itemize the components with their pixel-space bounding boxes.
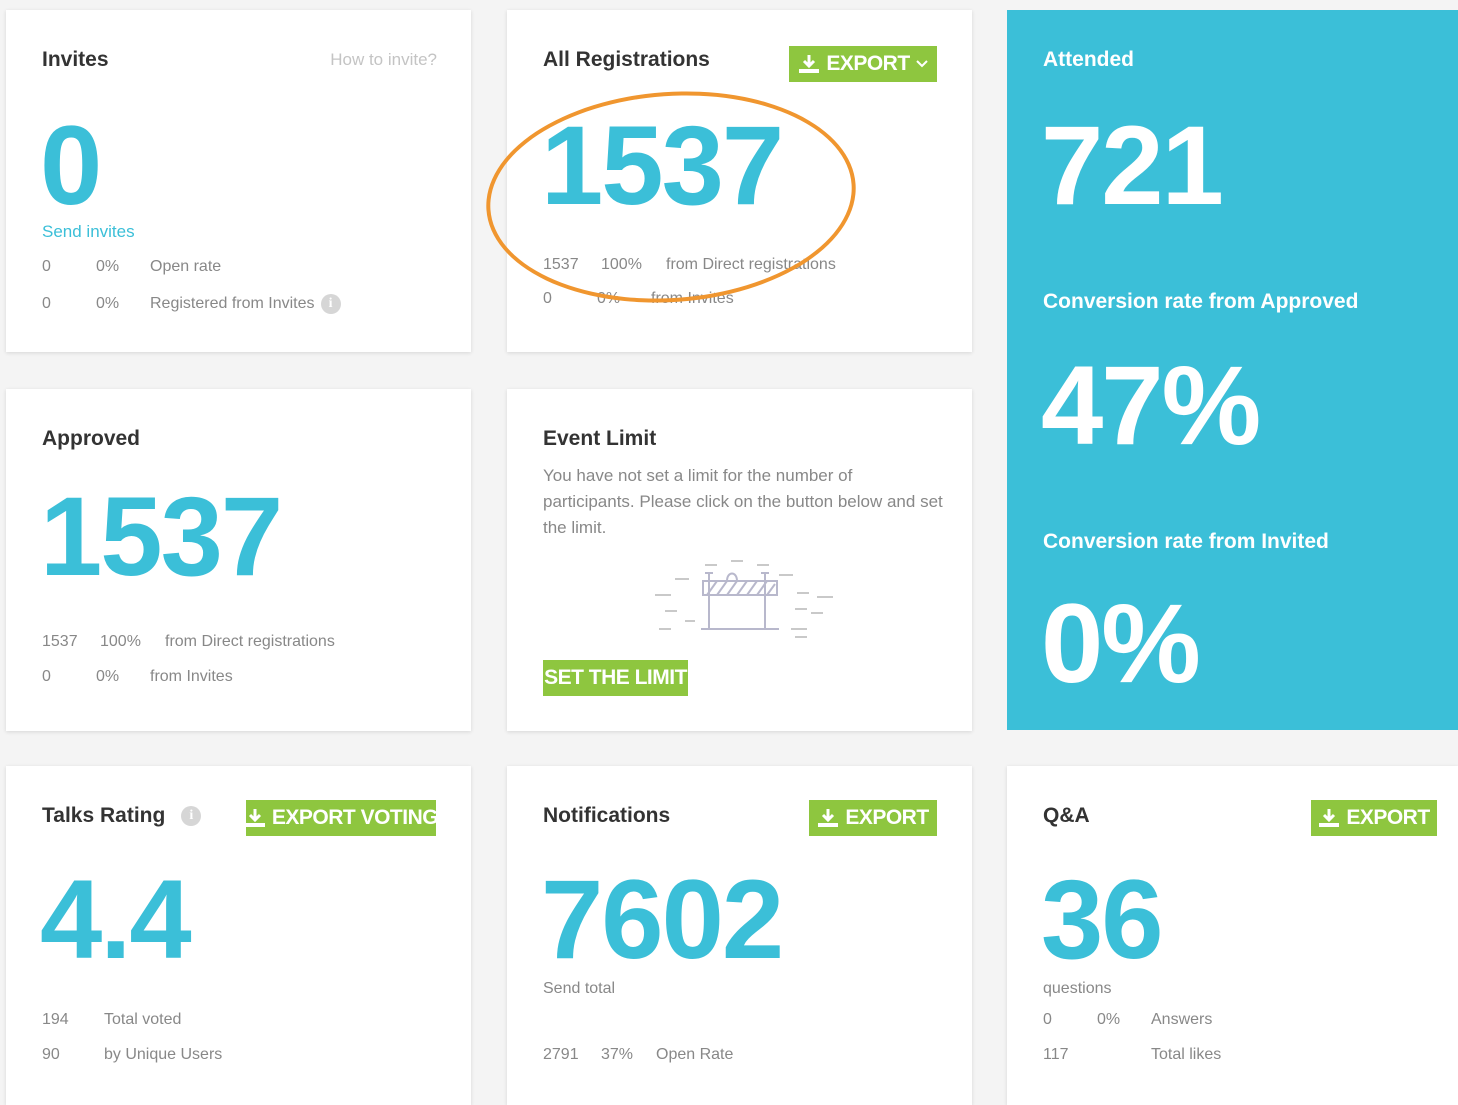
- total-voted-label: Total voted: [104, 1011, 182, 1028]
- all-registrations-value: 1537: [541, 103, 784, 228]
- barrier-icon: [655, 560, 833, 638]
- talks-rating-value: 4.4: [40, 857, 192, 982]
- registered-pct: 0%: [96, 295, 120, 313]
- answers-label: Answers: [1151, 1011, 1213, 1028]
- conversion-invited-value: 0%: [1041, 581, 1201, 706]
- total-likes-count: 117: [1043, 1046, 1069, 1063]
- open-rate-count: 0: [42, 258, 51, 275]
- export-voting-button[interactable]: EXPORT VOTING: [244, 800, 439, 836]
- direct-pct: 100%: [601, 256, 642, 273]
- open-rate-label: Open rate: [150, 258, 222, 275]
- notif-open-pct: 37%: [601, 1046, 634, 1063]
- direct-label: from Direct registrations: [666, 256, 836, 273]
- event-limit-description: You have not set a limit for the number …: [543, 466, 943, 537]
- approved-invites-count: 0: [42, 668, 51, 685]
- approved-invites-row: 0 0% from Invites: [42, 668, 233, 686]
- open-rate-row: 2791 37% Open Rate: [543, 1046, 733, 1064]
- answers-pct: 0%: [1097, 1011, 1121, 1028]
- unique-users-label: by Unique Users: [104, 1046, 223, 1063]
- invites-card: Invites How to invite? 0 Send invites 00…: [6, 10, 471, 352]
- export-notifications-button[interactable]: EXPORT: [809, 800, 937, 836]
- conversion-approved-value: 47%: [1041, 343, 1261, 468]
- registrations-invites-row: 0 0% from Invites: [543, 290, 734, 308]
- approved-card: Approved 1537 1537 100% from Direct regist…: [6, 389, 471, 731]
- invites-pct: 0%: [597, 290, 621, 307]
- approved-value: 1537: [40, 474, 283, 599]
- direct-count: 1537: [543, 256, 579, 273]
- event-limit-card: Event Limit You have not set a limit for…: [507, 389, 972, 731]
- total-voted-row: 194 Total voted: [42, 1011, 181, 1029]
- download-icon: [244, 809, 265, 827]
- chevron-down-icon: [915, 60, 928, 68]
- unique-users-count: 90: [42, 1046, 60, 1063]
- event-limit-title: Event Limit: [543, 427, 657, 450]
- answers-count: 0: [1043, 1011, 1052, 1028]
- invites-count: 0: [543, 290, 552, 307]
- attended-value: 721: [1041, 103, 1224, 228]
- approved-title: Approved: [42, 427, 141, 450]
- send-invites-link[interactable]: Send invites: [42, 222, 135, 242]
- approved-invites-label: from Invites: [150, 668, 233, 685]
- answers-row: 0 0% Answers: [1043, 1011, 1212, 1029]
- attended-title: Attended: [1043, 48, 1134, 71]
- export-voting-label: EXPORT VOTING: [271, 806, 439, 829]
- talks-rating-label: Talks Rating: [42, 804, 166, 827]
- registered-count: 0: [42, 295, 51, 313]
- qa-value: 36: [1041, 857, 1164, 982]
- export-registrations-button[interactable]: EXPORT: [789, 46, 937, 82]
- invites-value: 0: [40, 103, 102, 228]
- conversion-invited-label: Conversion rate from Invited: [1043, 530, 1329, 553]
- questions-label: questions: [1043, 980, 1112, 997]
- set-limit-button[interactable]: SET THE LIMIT: [543, 660, 688, 696]
- all-registrations-title: All Registrations: [543, 48, 710, 71]
- unique-users-row: 90 by Unique Users: [42, 1046, 222, 1064]
- notif-open-count: 2791: [543, 1046, 579, 1063]
- total-likes-row: 117 Total likes: [1043, 1046, 1221, 1064]
- approved-direct-pct: 100%: [100, 633, 141, 650]
- approved-invites-pct: 0%: [96, 668, 120, 685]
- download-icon: [818, 809, 839, 827]
- conversion-approved-label: Conversion rate from Approved: [1043, 290, 1359, 313]
- talks-rating-card: Talks Rating i EXPORT VOTING 4.4 194 Total…: [6, 766, 471, 1105]
- invites-label: from Invites: [651, 290, 734, 307]
- total-voted-count: 194: [42, 1011, 69, 1028]
- qa-card: Q&A EXPORT 36 questions 0 0% Answers 117 To…: [1007, 766, 1458, 1105]
- registered-label: Registered from Invites: [150, 295, 315, 313]
- registrations-direct-row: 1537 100% from Direct registrations: [543, 256, 836, 274]
- notif-open-label: Open Rate: [656, 1046, 734, 1063]
- approved-direct-row: 1537 100% from Direct registrations: [42, 633, 335, 651]
- info-icon[interactable]: i: [181, 806, 202, 827]
- export-label: EXPORT: [826, 52, 910, 75]
- export-qa-label: EXPORT: [1346, 806, 1430, 829]
- qa-title: Q&A: [1043, 804, 1090, 827]
- invites-registered-row: 0 0% Registered from Invites i: [42, 294, 341, 314]
- all-registrations-card: All Registrations EXPORT 1537 1537 100% fr…: [507, 10, 972, 352]
- set-limit-label: SET THE LIMIT: [544, 666, 687, 689]
- notifications-card: Notifications EXPORT 7602 Send total 279…: [507, 766, 972, 1105]
- invites-open-rate-row: 0 0% Open rate: [42, 258, 221, 276]
- open-rate-pct: 0%: [96, 258, 120, 275]
- approved-direct-count: 1537: [42, 633, 78, 650]
- approved-direct-label: from Direct registrations: [165, 633, 335, 650]
- download-icon: [799, 55, 820, 73]
- download-icon: [1319, 809, 1340, 827]
- how-to-invite-link[interactable]: How to invite?: [330, 50, 437, 70]
- notifications-value: 7602: [541, 857, 784, 982]
- export-qa-button[interactable]: EXPORT: [1311, 800, 1437, 836]
- send-total-label: Send total: [543, 980, 616, 997]
- attended-card: Attended 721 Conversion rate from Approv…: [1007, 10, 1458, 730]
- info-icon[interactable]: i: [320, 294, 341, 314]
- talks-rating-title: Talks Rating i: [42, 804, 202, 828]
- total-likes-label: Total likes: [1151, 1046, 1222, 1063]
- notifications-title: Notifications: [543, 804, 671, 827]
- export-notifications-label: EXPORT: [845, 806, 929, 829]
- invites-title: Invites: [42, 48, 109, 71]
